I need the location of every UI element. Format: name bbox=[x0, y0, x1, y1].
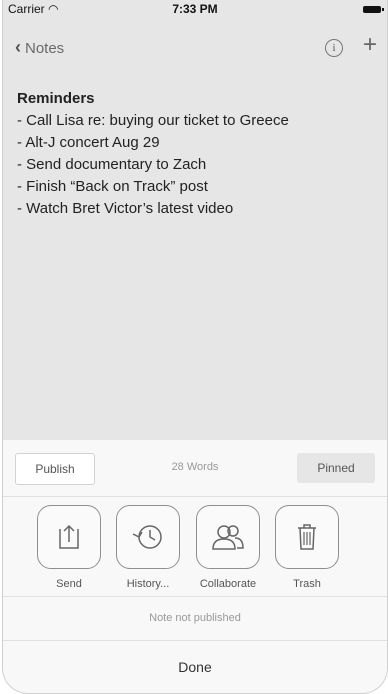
back-button[interactable]: ‹ Notes bbox=[15, 37, 64, 58]
history-label: History... bbox=[126, 578, 170, 590]
pinned-button[interactable]: Pinned bbox=[297, 453, 375, 483]
collaborate-label: Collaborate bbox=[199, 578, 257, 590]
battery-icon bbox=[363, 6, 384, 13]
note-title: Reminders bbox=[17, 90, 95, 107]
note-line: - Finish “Back on Track” post bbox=[17, 178, 208, 195]
publish-status: Note not published bbox=[3, 596, 387, 641]
send-action[interactable]: Send bbox=[29, 505, 109, 590]
note-body[interactable]: Reminders - Call Lisa re: buying our tic… bbox=[17, 88, 377, 220]
publish-row: Publish 28 Words Pinned bbox=[3, 440, 387, 497]
note-line: - Watch Bret Victor’s latest video bbox=[17, 200, 234, 217]
send-icon-box bbox=[37, 505, 101, 569]
status-bar: Carrier ◠ 7:33 PM bbox=[3, 0, 387, 22]
history-icon bbox=[132, 525, 162, 549]
send-label: Send bbox=[56, 578, 82, 590]
share-icon bbox=[59, 524, 79, 549]
collaborate-action[interactable]: Collaborate bbox=[188, 505, 268, 590]
trash-icon-box bbox=[275, 505, 339, 569]
collaborate-icon-box bbox=[196, 505, 260, 569]
trash-action[interactable]: Trash bbox=[267, 505, 347, 590]
trash-label: Trash bbox=[293, 578, 321, 590]
chevron-left-icon: ‹ bbox=[15, 37, 21, 57]
history-action[interactable]: History... bbox=[108, 505, 188, 590]
history-icon-box bbox=[116, 505, 180, 569]
actions-row: Send History... Collaborate Trash bbox=[3, 496, 387, 597]
info-icon[interactable]: i bbox=[325, 39, 343, 57]
phone-screen: Carrier ◠ 7:33 PM ‹ Notes i + Reminders -… bbox=[2, 0, 388, 694]
add-note-icon[interactable]: + bbox=[363, 33, 377, 57]
navigation-bar: ‹ Notes i + bbox=[3, 22, 387, 74]
action-sheet: Publish 28 Words Pinned Send History... … bbox=[3, 440, 387, 693]
note-line: - Send documentary to Zach bbox=[17, 156, 207, 173]
back-label: Notes bbox=[25, 40, 65, 57]
note-line: - Alt-J concert Aug 29 bbox=[17, 134, 160, 151]
done-button[interactable]: Done bbox=[3, 640, 387, 693]
status-time: 7:33 PM bbox=[172, 2, 218, 16]
collaborate-icon bbox=[212, 525, 244, 550]
note-line: - Call Lisa re: buying our ticket to Gre… bbox=[17, 112, 289, 129]
trash-icon bbox=[298, 524, 316, 550]
